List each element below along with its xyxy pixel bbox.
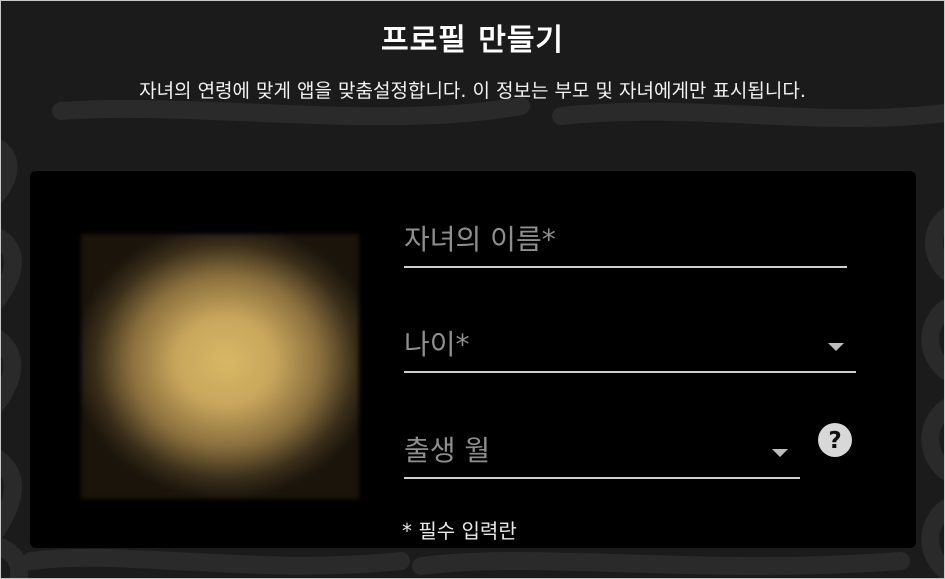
page-title: 프로필 만들기 xyxy=(380,23,565,58)
avatar-image[interactable] xyxy=(81,234,359,499)
child-name-label: 자녀의 이름* xyxy=(404,223,556,256)
chevron-down-icon[interactable] xyxy=(828,343,844,351)
birth-month-select[interactable]: 출생 월 xyxy=(404,423,800,479)
required-fields-note: * 필수 입력란 xyxy=(402,519,517,543)
age-select[interactable]: 나이* xyxy=(404,316,856,373)
page-subtitle: 자녀의 연령에 맞게 앱을 맞춤설정합니다. 이 정보는 부모 및 자녀에게만 … xyxy=(139,80,806,102)
question-circle-icon[interactable]: ? xyxy=(817,422,853,458)
birth-month-label: 출생 월 xyxy=(404,434,491,467)
chevron-down-icon[interactable] xyxy=(772,449,788,457)
child-name-input[interactable]: 자녀의 이름* xyxy=(404,211,847,268)
profile-form-card: 자녀의 이름* 나이* 출생 월 ? * 필수 입력란 xyxy=(30,171,916,548)
svg-text:?: ? xyxy=(828,428,841,454)
profile-creation-screen: 프로필 만들기 자녀의 연령에 맞게 앱을 맞춤설정합니다. 이 정보는 부모 … xyxy=(0,0,945,579)
age-label: 나이* xyxy=(404,328,470,361)
